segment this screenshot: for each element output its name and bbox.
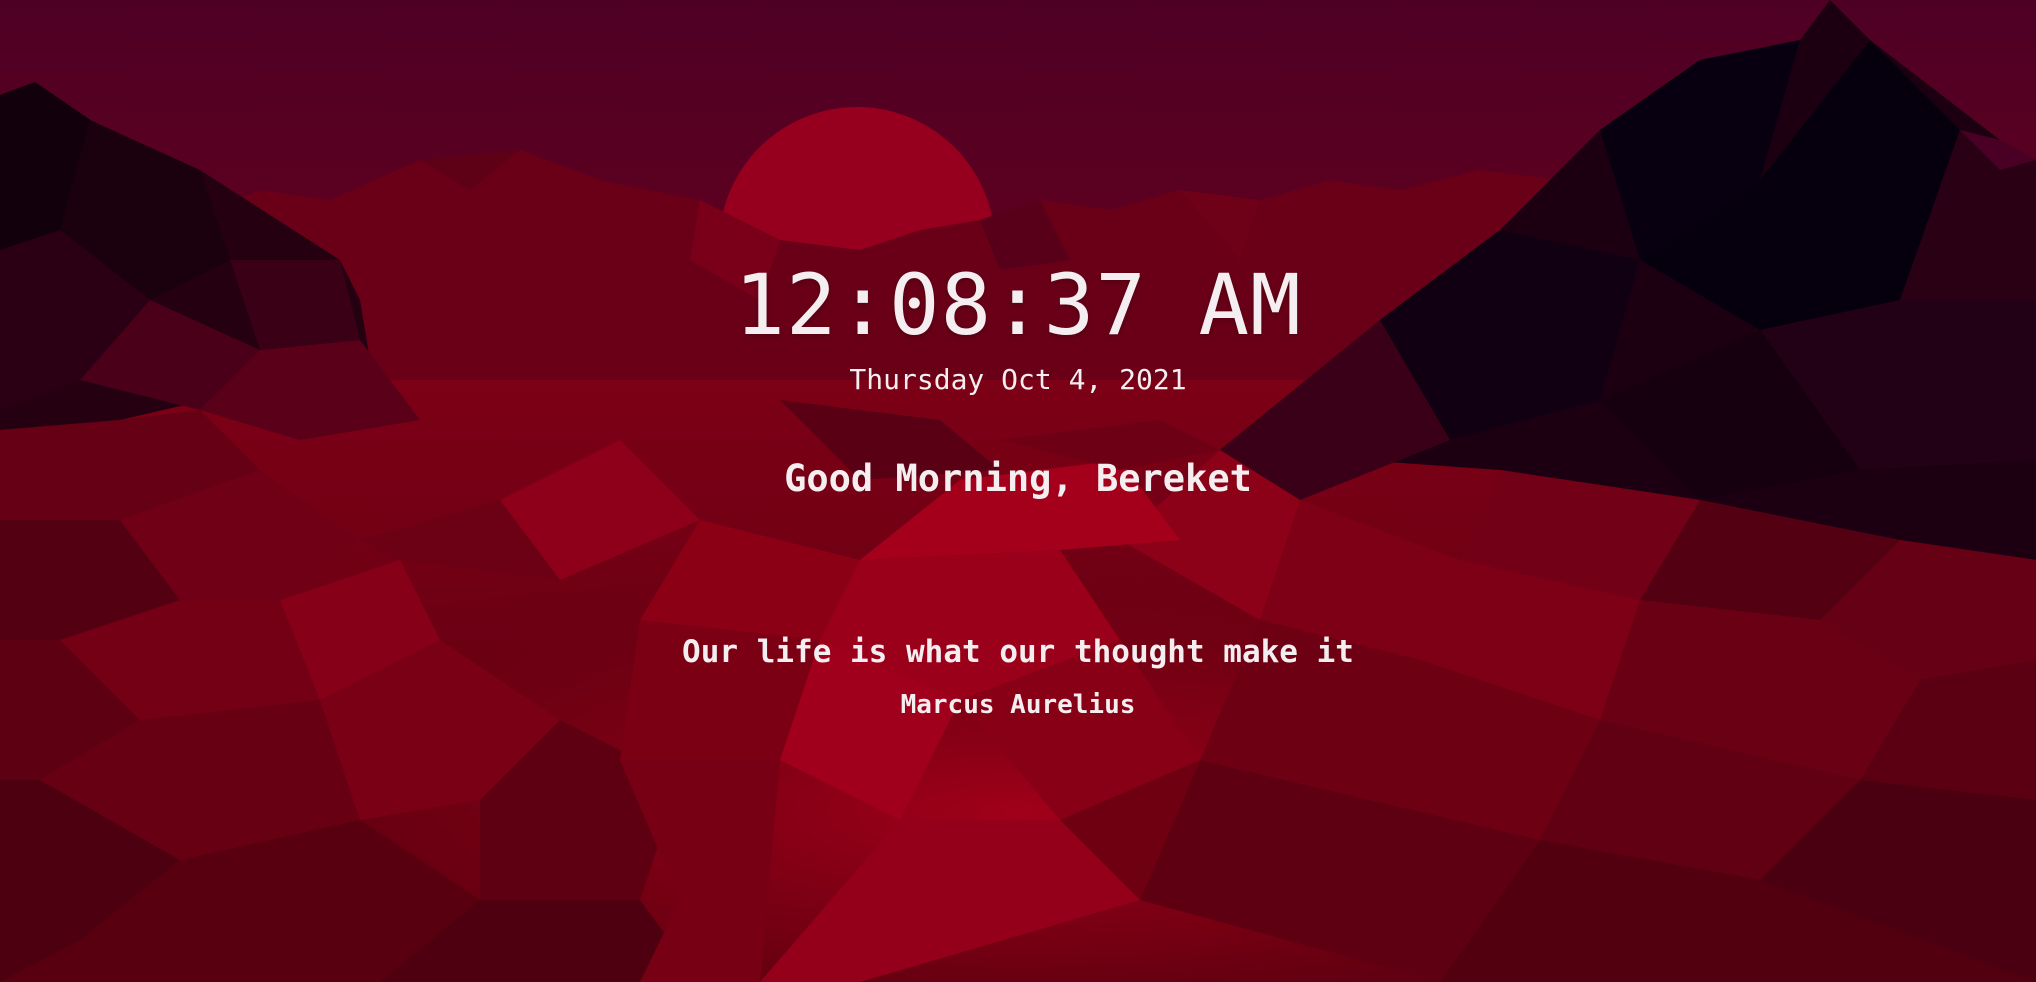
clock-date: Thursday Oct 4, 2021 [849,363,1187,396]
quote-text: Our life is what our thought make it [682,634,1354,670]
quote-author: Marcus Aurelius [900,690,1136,720]
clock-time: 12:08:37 AM [734,256,1302,354]
greeting-text: Good Morning, Bereket [784,457,1252,500]
new-tab-dashboard: 12:08:37 AM Thursday Oct 4, 2021 Good Mo… [0,0,2036,982]
